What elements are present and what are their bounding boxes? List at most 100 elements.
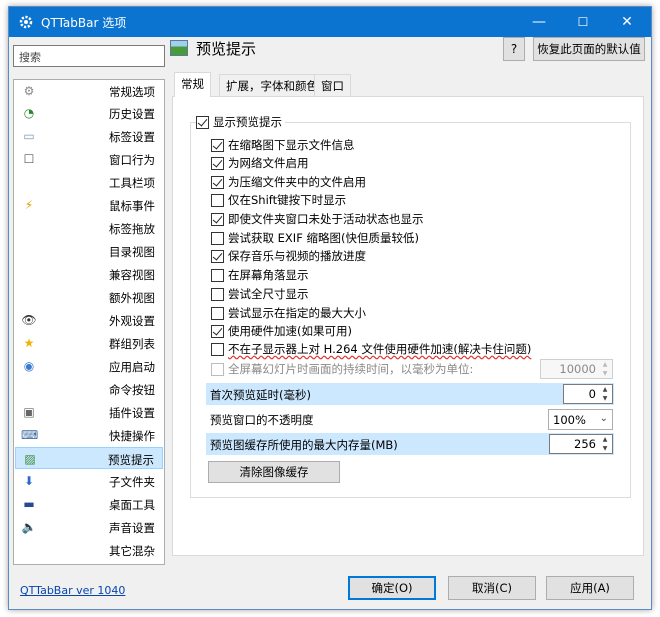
sidebar-item-app-launch[interactable]: ◉ 应用启动 bbox=[15, 355, 163, 377]
sidebar-item-label: 外观设置 bbox=[109, 314, 155, 328]
sidebar-item-label: 快捷操作 bbox=[109, 429, 155, 443]
tab-extended-fonts-colors[interactable]: 扩展，字体和颜色 bbox=[219, 74, 325, 96]
checkbox[interactable] bbox=[211, 193, 224, 207]
sidebar-item-label: 常规选项 bbox=[109, 85, 155, 99]
spinner-arrows-icon[interactable]: ▲ ▼ bbox=[598, 360, 612, 378]
checkbox-label: 不在子显示器上对 H.264 文件使用硬件加速(解决卡住问题) bbox=[228, 342, 532, 356]
input-value: 256 bbox=[574, 437, 596, 451]
sidebar-item-extra-view[interactable]: 额外视图 bbox=[15, 286, 163, 308]
checkbox[interactable] bbox=[211, 231, 224, 245]
sidebar-item-mouse[interactable]: ⚡ 鼠标事件 bbox=[15, 194, 163, 216]
down-arrow-icon: ⬇ bbox=[23, 474, 35, 488]
sidebar-item-toolbar[interactable]: 工具栏项 bbox=[15, 171, 163, 193]
sidebar-item-directory-view[interactable]: 目录视图 bbox=[15, 240, 163, 262]
checkbox-shift-only[interactable]: 仅在Shift键按下时显示 bbox=[211, 192, 346, 208]
close-button[interactable]: ✕ bbox=[605, 7, 649, 37]
checkbox-hardware-accel[interactable]: 使用硬件加速(如果可用) bbox=[211, 323, 352, 339]
checkbox-h264-secondary[interactable]: 不在子显示器上对 H.264 文件使用硬件加速(解决卡住问题) bbox=[211, 341, 531, 357]
cancel-button[interactable]: 取消(C) bbox=[448, 576, 536, 600]
checkbox-label: 尝试显示在指定的最大大小 bbox=[228, 306, 366, 320]
checkbox[interactable] bbox=[211, 362, 224, 376]
spinner-arrows-icon[interactable]: ▲ ▼ bbox=[598, 435, 612, 453]
cache-size-input[interactable]: 256 ▲ ▼ bbox=[549, 434, 613, 454]
setting-label: 预览图缓存所使用的最大内存量(MB) bbox=[210, 438, 398, 452]
minimize-button[interactable]: — bbox=[517, 7, 561, 37]
checkbox-label: 在屏幕角落显示 bbox=[228, 268, 309, 282]
version-link[interactable]: QTTabBar ver 1040 bbox=[20, 584, 125, 597]
checkbox-full-size[interactable]: 尝试全尺寸显示 bbox=[211, 286, 309, 302]
checkbox[interactable] bbox=[196, 115, 209, 129]
sidebar-item-label: 标签设置 bbox=[109, 130, 155, 144]
show-preview-checkbox[interactable]: 显示预览提示 bbox=[196, 114, 285, 130]
checkbox-file-info[interactable]: 在缩略图下显示文件信息 bbox=[211, 137, 355, 153]
app-launch-icon: ◉ bbox=[23, 359, 35, 373]
checkbox-label: 保存音乐与视频的播放进度 bbox=[228, 249, 366, 263]
checkbox-compressed-folders[interactable]: 为压缩文件夹中的文件启用 bbox=[211, 174, 366, 190]
sidebar-item-subfolders[interactable]: ⬇ 子文件夹 bbox=[15, 470, 163, 492]
checkbox-save-playback[interactable]: 保存音乐与视频的播放进度 bbox=[211, 248, 366, 264]
checkbox-label: 全屏幕幻灯片时画面的持续时间，以毫秒为单位: bbox=[228, 362, 474, 376]
clear-cache-button[interactable]: 清除图像缓存 bbox=[208, 461, 340, 483]
tab-general[interactable]: 常规 bbox=[174, 72, 211, 97]
checkbox-network-files[interactable]: 为网络文件启用 bbox=[211, 155, 309, 171]
star-icon: ★ bbox=[23, 336, 35, 350]
reset-defaults-button[interactable]: 恢复此页面的默认值 bbox=[533, 37, 645, 61]
help-button[interactable]: ? bbox=[503, 37, 525, 61]
window-icon: ☐ bbox=[23, 152, 35, 166]
first-delay-row: 首次预览延时(毫秒) bbox=[206, 383, 614, 405]
spinner-arrows-icon[interactable]: ▲ ▼ bbox=[598, 385, 612, 403]
sidebar-item-shortcuts[interactable]: ⌨ 快捷操作 bbox=[15, 424, 163, 446]
checkbox[interactable] bbox=[211, 156, 224, 170]
plugin-icon: ▣ bbox=[23, 405, 35, 419]
sidebar-item-appearance[interactable]: 👁 外观设置 bbox=[15, 309, 163, 331]
checkbox[interactable] bbox=[211, 175, 224, 189]
sidebar-item-label: 插件设置 bbox=[109, 406, 155, 420]
checkbox[interactable] bbox=[211, 268, 224, 282]
sidebar-item-label: 兼容视图 bbox=[109, 268, 155, 282]
checkbox-exif-thumbnail[interactable]: 尝试获取 EXIF 缩略图(快但质量较低) bbox=[211, 230, 419, 246]
sidebar-item-label: 其它混杂 bbox=[109, 544, 155, 558]
picture-icon: ▨ bbox=[24, 452, 36, 466]
checkbox[interactable] bbox=[211, 306, 224, 320]
speaker-icon: 🔈 bbox=[21, 520, 37, 534]
slideshow-duration-input[interactable]: 10000 ▲ ▼ bbox=[540, 359, 613, 379]
gear-icon: ⚙ bbox=[23, 84, 35, 98]
checkbox-label: 仅在Shift键按下时显示 bbox=[228, 193, 347, 207]
sidebar-item-groups[interactable]: ★ 群组列表 bbox=[15, 332, 163, 354]
maximize-button[interactable]: ☐ bbox=[561, 7, 605, 37]
sidebar-item-label: 命令按钮 bbox=[109, 383, 155, 397]
eye-icon: 👁 bbox=[21, 313, 37, 327]
checkbox[interactable] bbox=[211, 212, 224, 226]
tab-window[interactable]: 窗口 bbox=[314, 74, 351, 96]
first-delay-input[interactable]: 0 ▲ ▼ bbox=[563, 384, 613, 404]
sidebar-item-history[interactable]: ◔ 历史设置 bbox=[15, 102, 163, 124]
checkbox[interactable] bbox=[211, 324, 224, 338]
sidebar-item-compat-view[interactable]: 兼容视图 bbox=[15, 263, 163, 285]
search-input[interactable]: 搜索 bbox=[13, 45, 165, 67]
checkbox[interactable] bbox=[211, 249, 224, 263]
checkbox-inactive-window[interactable]: 即使文件夹窗口未处于活动状态也显示 bbox=[211, 211, 424, 227]
checkbox-screen-corner[interactable]: 在屏幕角落显示 bbox=[211, 267, 309, 283]
checkbox[interactable] bbox=[211, 138, 224, 152]
select-value: 100% bbox=[553, 413, 586, 427]
checkbox-label: 为压缩文件夹中的文件启用 bbox=[228, 175, 366, 189]
opacity-select[interactable]: 100% ⌄ bbox=[548, 409, 613, 430]
checkbox-slideshow-duration[interactable]: 全屏幕幻灯片时画面的持续时间，以毫秒为单位: bbox=[211, 361, 473, 377]
sidebar-item-preview-tips[interactable]: ▨ 预览提示 bbox=[15, 447, 163, 469]
title-bar[interactable]: QTTabBar 选项 — ☐ ✕ bbox=[9, 7, 651, 37]
sidebar-item-plugins[interactable]: ▣ 插件设置 bbox=[15, 401, 163, 423]
sidebar-item-general[interactable]: ⚙ 常规选项 bbox=[15, 80, 163, 102]
sidebar-item-desktop-tools[interactable]: ▬ 桌面工具 bbox=[15, 493, 163, 515]
checkbox[interactable] bbox=[211, 287, 224, 301]
sidebar-item-misc[interactable]: 其它混杂 bbox=[15, 539, 163, 561]
lightning-icon: ⚡ bbox=[24, 198, 34, 212]
checkbox[interactable] bbox=[211, 342, 224, 356]
apply-button[interactable]: 应用(A) bbox=[546, 576, 634, 600]
sidebar-item-drag-drop[interactable]: 标签拖放 bbox=[15, 217, 163, 239]
sidebar-item-command-buttons[interactable]: 命令按钮 bbox=[15, 378, 163, 400]
sidebar-item-tabs[interactable]: ▭ 标签设置 bbox=[15, 125, 163, 147]
sidebar-item-sound[interactable]: 🔈 声音设置 bbox=[15, 516, 163, 538]
sidebar-item-window[interactable]: ☐ 窗口行为 bbox=[15, 148, 163, 170]
checkbox-max-size[interactable]: 尝试显示在指定的最大大小 bbox=[211, 305, 366, 321]
ok-button[interactable]: 确定(O) bbox=[348, 576, 436, 600]
